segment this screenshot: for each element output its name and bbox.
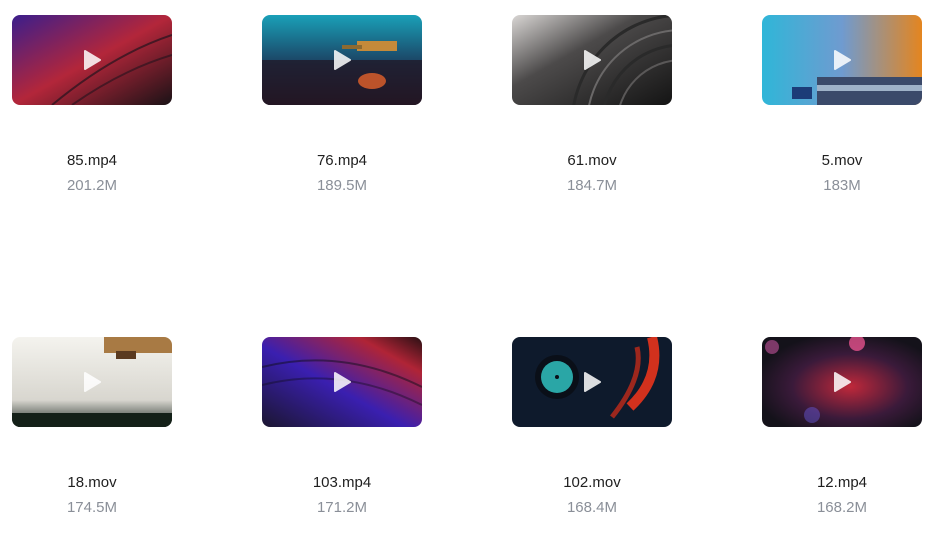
video-filesize: 168.4M — [566, 499, 618, 516]
video-thumbnail[interactable] — [12, 15, 172, 105]
video-thumbnail[interactable] — [262, 15, 422, 105]
video-grid: 85.mp4 201.2M 76.mp4 189.5M 61.mov 184.7… — [0, 0, 938, 534]
video-tile[interactable]: 5.mov 183M — [762, 15, 922, 194]
video-filename: 5.mov — [821, 152, 863, 169]
video-filename: 102.mov — [563, 474, 621, 491]
play-icon — [834, 372, 851, 392]
video-tile[interactable]: 18.mov 174.5M — [12, 337, 172, 516]
video-thumbnail[interactable] — [762, 337, 922, 427]
video-filesize: 174.5M — [66, 499, 118, 516]
play-icon — [584, 50, 601, 70]
video-filename: 103.mp4 — [312, 474, 372, 491]
video-filesize: 171.2M — [316, 499, 368, 516]
video-filename: 18.mov — [67, 474, 117, 491]
video-tile[interactable]: 61.mov 184.7M — [512, 15, 672, 194]
video-filesize: 189.5M — [316, 177, 368, 194]
video-filesize: 201.2M — [66, 177, 118, 194]
play-icon — [84, 50, 101, 70]
video-thumbnail[interactable] — [512, 15, 672, 105]
video-thumbnail[interactable] — [762, 15, 922, 105]
video-tile[interactable]: 102.mov 168.4M — [512, 337, 672, 516]
video-thumbnail[interactable] — [512, 337, 672, 427]
play-icon — [834, 50, 851, 70]
video-filename: 85.mp4 — [66, 152, 118, 169]
video-filesize: 168.2M — [816, 499, 868, 516]
video-filename: 61.mov — [567, 152, 617, 169]
video-tile[interactable]: 12.mp4 168.2M — [762, 337, 922, 516]
video-thumbnail[interactable] — [12, 337, 172, 427]
video-tile[interactable]: 76.mp4 189.5M — [262, 15, 422, 194]
video-tile[interactable]: 103.mp4 171.2M — [262, 337, 422, 516]
video-filename: 76.mp4 — [316, 152, 368, 169]
video-filesize: 184.7M — [566, 177, 618, 194]
video-filename: 12.mp4 — [816, 474, 868, 491]
play-icon — [334, 50, 351, 70]
play-icon — [584, 372, 601, 392]
play-icon — [334, 372, 351, 392]
play-icon — [84, 372, 101, 392]
video-filesize: 183M — [823, 177, 861, 194]
video-tile[interactable]: 85.mp4 201.2M — [12, 15, 172, 194]
video-thumbnail[interactable] — [262, 337, 422, 427]
